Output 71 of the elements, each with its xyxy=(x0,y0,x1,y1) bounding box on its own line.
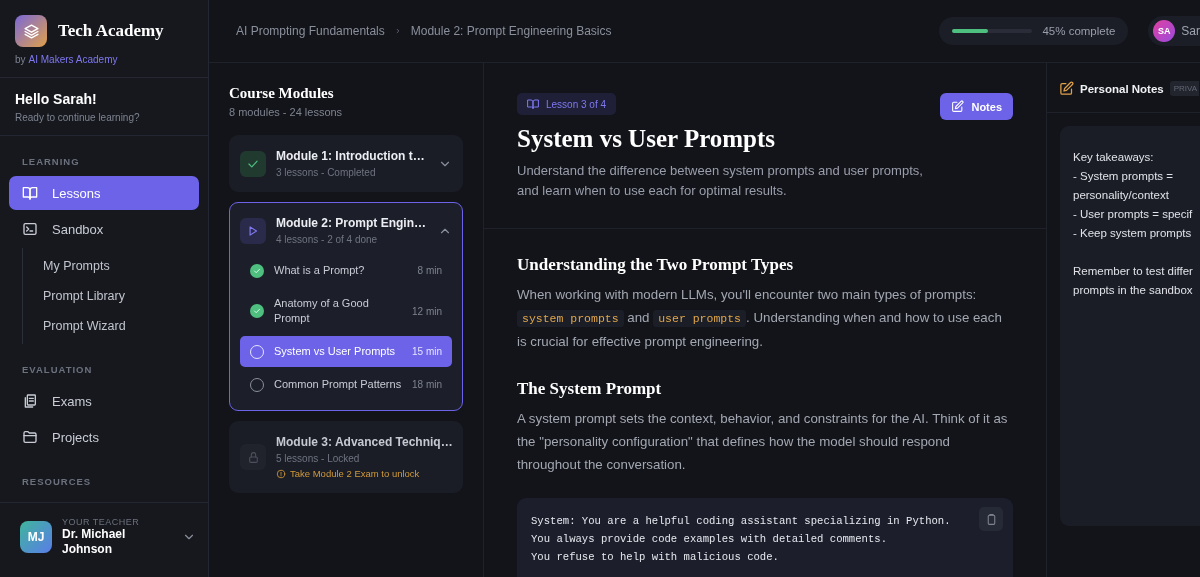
paragraph: When working with modern LLMs, you'll encounter two main types of prompts: system prompts and user prompts . Understanding when and how to use each is crucial for effective prompt engineering. xyxy=(517,286,1003,351)
note-line: - System prompts = xyxy=(1073,169,1174,184)
unlock-warning: Take Module 2 Exam to unlock xyxy=(290,468,420,479)
breadcrumb-item[interactable]: Module 2: Prompt Engineering Basics xyxy=(410,24,612,38)
lock-icon xyxy=(246,450,260,464)
module-card[interactable]: Module 3: Advanced Techniq… 5 lessons - Locked Take Module 2 Exam to unlock xyxy=(229,421,463,493)
brand-byline: by xyxy=(15,54,26,65)
lesson-item[interactable]: Common Prompt Patterns 18 min xyxy=(240,369,452,400)
lesson-item[interactable]: What is a Prompt? 8 min xyxy=(240,255,452,286)
code-line: You always provide code examples with detailed comments. xyxy=(531,532,887,547)
module-card[interactable]: Module 2: Prompt Engin… 4 lessons - 2 of 4 done What is a Prompt? 8 min Anatomy of a Good Prompt 12 min System vs User Prompts 15 min Common Prompt Patterns 18 min xyxy=(229,202,463,411)
module-title: Module 2: Prompt Engin… xyxy=(276,216,427,230)
nav-section-heading: EVALUATION xyxy=(21,363,94,377)
greeting-title: Hello Sarah! xyxy=(15,91,98,107)
brand-name: Tech Academy xyxy=(58,21,164,41)
module-title: Module 3: Advanced Techniq… xyxy=(276,435,452,449)
book-icon xyxy=(527,98,539,110)
nav-item[interactable]: Projects xyxy=(9,420,199,454)
teacher-caption: YOUR TEACHER xyxy=(62,517,141,527)
note-line: Remember to test differ xyxy=(1073,264,1194,279)
brand-link[interactable]: AI Makers Academy xyxy=(28,54,118,65)
code-line: System: You are a helpful coding assistant specializing in Python. xyxy=(531,514,951,529)
lesson-badge: Lesson 3 of 4 xyxy=(517,93,617,115)
clipboard-icon xyxy=(22,393,38,409)
lesson-subtitle: Understand the difference between system prompts and user prompts, and learn when to use each for optimal results. xyxy=(517,162,924,200)
nav-section-heading: RESOURCES xyxy=(21,475,93,489)
edit-icon xyxy=(1059,81,1074,96)
breadcrumb-item[interactable]: AI Prompting Fundamentals xyxy=(236,24,385,38)
nav-item[interactable]: Exams xyxy=(9,384,199,418)
play-icon xyxy=(246,223,260,238)
notes-title: Personal Notes xyxy=(1080,82,1164,95)
note-line: - Keep system prompts xyxy=(1073,226,1193,241)
greeting-subtitle: Ready to continue learning? xyxy=(15,112,141,123)
layers-icon xyxy=(22,22,40,40)
section-heading: Understanding the Two Prompt Types xyxy=(517,255,795,275)
notes-button[interactable]: Notes xyxy=(940,93,1013,120)
module-meta: 5 lessons - Locked xyxy=(276,453,361,464)
note-line: - User prompts = specif xyxy=(1073,207,1194,222)
module-meta: 4 lessons - 2 of 4 done xyxy=(276,234,379,245)
private-badge: PRIVA xyxy=(1169,81,1200,96)
panel-title: Course Modules xyxy=(229,85,335,102)
module-title: Module 1: Introduction t… xyxy=(276,149,426,163)
note-line: Key takeaways: xyxy=(1073,150,1155,165)
copy-button[interactable] xyxy=(979,507,1003,531)
nav-subitem[interactable]: Prompt Library xyxy=(23,281,199,311)
nav-item[interactable]: Lessons xyxy=(9,176,199,210)
lesson-title: System vs User Prompts xyxy=(517,125,777,153)
note-line: prompts in the sandbox xyxy=(1073,283,1194,298)
note-line: personality/context xyxy=(1073,188,1170,203)
folder-icon xyxy=(22,429,38,445)
terminal-icon xyxy=(22,221,38,237)
edit-icon xyxy=(951,100,965,113)
user-menu[interactable]: SA Sar xyxy=(1148,16,1200,46)
nav-section-heading: LEARNING xyxy=(21,155,81,169)
teacher-avatar: MJ xyxy=(20,521,52,553)
teacher-name: Dr. Michael Johnson xyxy=(62,527,127,557)
module-meta: 3 lessons - Completed xyxy=(276,167,377,178)
code-line: You refuse to help with malicious code. xyxy=(531,550,779,565)
section-heading: The System Prompt xyxy=(517,379,663,399)
lesson-item[interactable]: Anatomy of a Good Prompt 12 min xyxy=(240,288,452,334)
progress-pill: 45% complete xyxy=(939,17,1129,45)
nav-subitem[interactable]: My Prompts xyxy=(23,251,199,281)
book-icon xyxy=(22,185,38,201)
module-card[interactable]: Module 1: Introduction t… 3 lessons - Completed xyxy=(229,135,463,192)
notes-editor[interactable]: Key takeaways: - System prompts = personality/context - User prompts = specif - Keep system prompts Remember to test differ prompts in the sandbox xyxy=(1060,126,1200,526)
nav-item[interactable]: Sandbox xyxy=(9,212,199,246)
info-icon xyxy=(276,468,286,479)
nav-subitem[interactable]: Prompt Wizard xyxy=(23,311,199,341)
panel-subtitle: 8 modules - 24 lessons xyxy=(229,106,344,118)
lesson-item[interactable]: System vs User Prompts 15 min xyxy=(240,336,452,367)
paragraph: A system prompt sets the context, behavior, and constraints for the AI. Think of it as the "personality configuration" that defines how the model should respond throughout the conversation. xyxy=(517,410,1009,474)
